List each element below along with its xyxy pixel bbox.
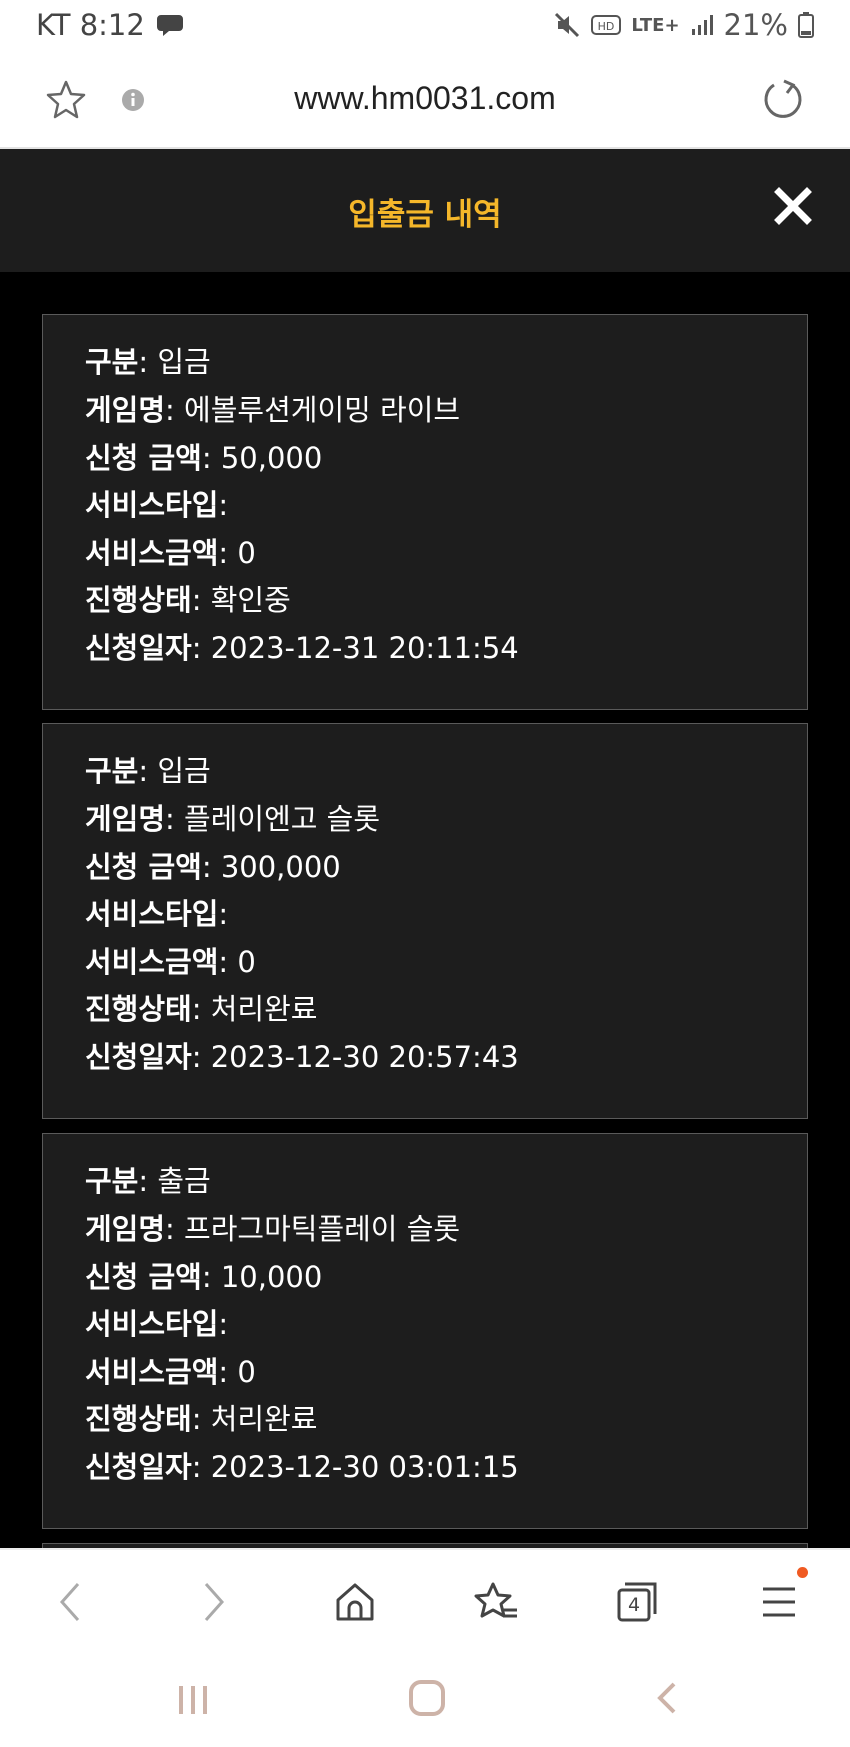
amount-row: 신청 금액: 10,000 [85,1260,323,1294]
status-row: 진행상태: 처리완료 [85,992,318,1026]
bookmarks-icon[interactable] [473,1580,519,1624]
type-row: 구분: 입금 [85,345,211,379]
service-amount-value: 0 [237,536,256,570]
status-row: 진행상태: 확인중 [85,583,291,617]
status-label: 진행상태 [85,992,192,1026]
date-row: 신청일자: 2023-12-30 20:57:43 [85,1040,519,1074]
type-label: 구분 [85,345,139,379]
service-amount-label: 서비스금액 [85,536,219,570]
url-text[interactable]: www.hm0031.com [0,80,850,117]
amount-label: 신청 금액 [85,1260,202,1294]
service-amount-label: 서비스금액 [85,1355,219,1389]
status-value: 처리완료 [210,1402,318,1436]
date-row: 신청일자: 2023-12-31 20:11:54 [85,631,519,665]
svg-text:HD: HD [598,20,615,33]
amount-value: 50,000 [220,441,323,475]
carrier-time: KT 8:12 [36,8,145,42]
status-bar: KT 8:12 HD LTE+ 21% [0,0,850,50]
service-type-row: 서비스타입: [85,1307,229,1341]
service-amount-row: 서비스금액: 0 [85,945,256,979]
amount-value: 300,000 [220,850,341,884]
forward-arrow-icon[interactable] [198,1580,230,1624]
status-left: KT 8:12 [36,8,185,42]
reload-icon[interactable] [762,78,804,120]
home-button-icon[interactable] [407,1678,447,1718]
mute-icon [555,12,580,38]
type-value: 입금 [157,345,211,379]
service-amount-label: 서비스금액 [85,945,219,979]
type-row: 구분: 입금 [85,754,211,788]
status-right: HD LTE+ 21% [553,8,814,42]
modal-title: 입출금 내역 [348,197,502,233]
game-row: 게임명: 플레이엔고 슬롯 [85,802,381,836]
transaction-card: 구분: 입금 게임명: 에볼루션게이밍 라이브 신청 금액: 50,000 서비… [42,314,808,710]
game-row: 게임명: 에볼루션게이밍 라이브 [85,393,461,427]
url-bar: www.hm0031.com [0,50,850,149]
status-value: 처리완료 [210,992,318,1026]
service-amount-value: 0 [237,1355,256,1389]
game-label: 게임명 [85,393,166,427]
date-label: 신청일자 [85,631,192,665]
type-label: 구분 [85,1164,139,1198]
browser-nav-bar: 4 [0,1548,850,1652]
back-arrow-icon[interactable] [54,1580,86,1624]
date-label: 신청일자 [85,1450,192,1484]
hd-icon: HD [591,15,622,35]
chat-notification-icon [156,15,183,36]
date-value: 2023-12-30 20:57:43 [210,1040,519,1074]
service-type-label: 서비스타입 [85,897,219,931]
status-row: 진행상태: 처리완료 [85,1402,318,1436]
game-label: 게임명 [85,802,166,836]
amount-row: 신청 금액: 50,000 [85,441,323,475]
notification-dot [797,1567,808,1578]
service-type-label: 서비스타입 [85,488,219,522]
type-row: 구분: 출금 [85,1164,211,1198]
service-amount-value: 0 [237,945,256,979]
home-icon[interactable] [334,1580,376,1624]
service-type-row: 서비스타입: [85,897,229,931]
type-label: 구분 [85,754,139,788]
transaction-card: 구분: 입금 게임명: 플레이엔고 슬롯 신청 금액: 300,000 서비스타… [42,723,808,1119]
transaction-card: 구분: 출금 게임명: 프라그마틱플레이 슬롯 신청 금액: 10,000 서비… [42,1133,808,1529]
amount-row: 신청 금액: 300,000 [85,850,341,884]
recent-apps-icon[interactable] [175,1680,211,1720]
service-amount-row: 서비스금액: 0 [85,1355,256,1389]
type-value: 출금 [157,1164,211,1198]
game-label: 게임명 [85,1212,166,1246]
modal-header: 입출금 내역 [0,149,850,272]
type-value: 입금 [157,754,211,788]
system-nav-bar [0,1650,850,1747]
date-label: 신청일자 [85,1040,192,1074]
amount-label: 신청 금액 [85,850,202,884]
battery-percent: 21% [723,8,788,42]
game-value: 프라그마틱플레이 슬롯 [184,1212,461,1246]
date-value: 2023-12-30 03:01:15 [210,1450,519,1484]
battery-icon [798,12,814,38]
system-back-icon[interactable] [652,1678,682,1718]
close-icon[interactable] [773,186,813,226]
service-type-row: 서비스타입: [85,488,229,522]
date-row: 신청일자: 2023-12-30 03:01:15 [85,1450,519,1484]
amount-label: 신청 금액 [85,441,202,475]
amount-value: 10,000 [220,1260,323,1294]
status-value: 확인중 [210,583,291,617]
network-type: LTE+ [631,14,680,36]
game-value: 에볼루션게이밍 라이브 [184,393,461,427]
service-amount-row: 서비스금액: 0 [85,536,256,570]
menu-icon[interactable] [760,1580,798,1624]
tab-count: 4 [627,1594,641,1616]
game-row: 게임명: 프라그마틱플레이 슬롯 [85,1212,461,1246]
date-value: 2023-12-31 20:11:54 [210,631,519,665]
status-label: 진행상태 [85,1402,192,1436]
status-label: 진행상태 [85,583,192,617]
service-type-label: 서비스타입 [85,1307,219,1341]
game-value: 플레이엔고 슬롯 [184,802,381,836]
signal-icon [691,15,713,35]
